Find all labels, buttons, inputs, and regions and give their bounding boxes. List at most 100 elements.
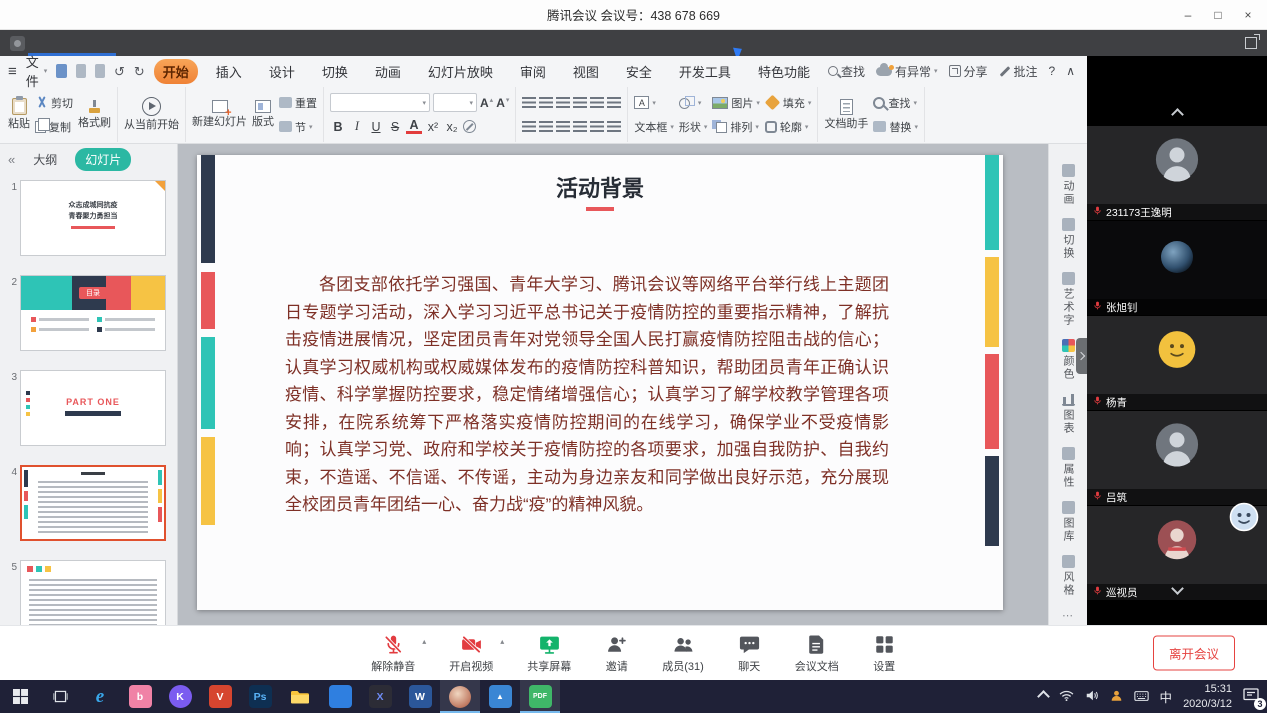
format-painter-button[interactable]: 格式刷	[78, 99, 111, 129]
unmute-button[interactable]: 解除静音 ▴	[371, 633, 415, 674]
wifi-icon[interactable]	[1059, 690, 1074, 704]
slide-thumbnail-5[interactable]	[20, 560, 166, 625]
start-button[interactable]	[0, 680, 40, 713]
chevron-up-icon[interactable]: ▴	[422, 637, 426, 646]
members-button[interactable]: 成员(31)	[662, 633, 704, 674]
tool-animation[interactable]: 动画	[1060, 164, 1076, 206]
settings-button[interactable]: 设置	[873, 633, 896, 674]
indent-decrease-icon[interactable]	[556, 97, 570, 108]
fullscreen-icon[interactable]	[1245, 37, 1257, 49]
invite-button[interactable]: 邀请	[605, 633, 628, 674]
participant-panel-toggle[interactable]	[1076, 338, 1087, 374]
undo-icon[interactable]: ↺	[114, 65, 125, 78]
outline-button[interactable]: 轮廓▾	[765, 117, 812, 136]
print-icon[interactable]	[76, 64, 86, 78]
tab-view[interactable]: 视图	[564, 59, 608, 84]
paste-button[interactable]: 粘贴	[8, 98, 30, 130]
leave-meeting-button[interactable]: 离开会议	[1153, 636, 1235, 671]
minimize-button[interactable]: –	[1173, 0, 1203, 30]
textbox-button[interactable]: 文本框▾	[634, 117, 674, 136]
slide-thumbnail-1[interactable]: 众志成城同抗疫 青春聚力勇担当	[20, 180, 166, 256]
tool-style[interactable]: 风格	[1060, 555, 1076, 597]
taskbar-app-wps-pdf[interactable]: PDF	[520, 680, 560, 713]
columns-icon[interactable]	[607, 97, 621, 108]
task-view-button[interactable]	[40, 680, 80, 713]
taskbar-app-4[interactable]	[320, 680, 360, 713]
shape-icon-button[interactable]: ▾	[679, 93, 708, 112]
find-menu-button[interactable]: 查找	[828, 63, 865, 80]
tool-gallery[interactable]: 图库	[1060, 501, 1076, 543]
start-video-button[interactable]: 开启视频 ▴	[449, 633, 493, 674]
participant-tile[interactable]: 231173王逸明	[1087, 126, 1267, 221]
action-center-button[interactable]: 3	[1243, 688, 1259, 705]
slide-body-text[interactable]: 各团支部依托学习强国、青年大学习、腾讯会议等网络平台举行线上主题团日专题学习活动…	[285, 271, 889, 519]
clear-format-icon[interactable]	[463, 120, 476, 133]
tool-properties[interactable]: 属性	[1060, 447, 1076, 489]
taskbar-app-photoshop[interactable]: Ps	[240, 680, 280, 713]
save-icon[interactable]	[56, 64, 66, 78]
strikethrough-button[interactable]: S	[387, 120, 403, 134]
tab-home[interactable]: 开始	[154, 59, 198, 84]
user-tray-icon[interactable]	[1110, 689, 1123, 705]
taskbar-app-meeting[interactable]	[440, 680, 480, 713]
decrease-font-button[interactable]: A▾	[496, 96, 509, 110]
scroll-down-button[interactable]	[1087, 584, 1267, 593]
taskbar-app-edge[interactable]: e	[80, 680, 120, 713]
justify-icon[interactable]	[573, 121, 587, 132]
arrange-button[interactable]: 排列▾	[712, 117, 760, 136]
tool-color[interactable]: 颜色	[1060, 339, 1076, 381]
cut-button[interactable]: 剪切	[35, 93, 73, 112]
maximize-button[interactable]: □	[1203, 0, 1233, 30]
help-button[interactable]: ?	[1049, 64, 1056, 78]
tab-design[interactable]: 设计	[260, 59, 304, 84]
bold-button[interactable]: B	[330, 120, 346, 134]
textbox-icon-button[interactable]: A▾	[634, 93, 674, 112]
tab-animation[interactable]: 动画	[366, 59, 410, 84]
line-spacing-icon[interactable]	[590, 97, 604, 108]
play-from-current-button[interactable]: 从当前开始	[124, 97, 179, 131]
find-button[interactable]: 查找▾	[873, 93, 918, 112]
font-name-select[interactable]: ▾	[330, 93, 430, 112]
picture-button[interactable]: 图片▾	[712, 93, 760, 112]
tab-slides[interactable]: 幻灯片	[75, 148, 131, 171]
tab-review[interactable]: 审阅	[511, 59, 555, 84]
share-menu-button[interactable]: 分享	[949, 63, 988, 80]
taskbar-file-explorer[interactable]	[280, 680, 320, 713]
copy-button[interactable]: 复制	[35, 117, 73, 136]
indent-increase-icon[interactable]	[573, 97, 587, 108]
slide-canvas[interactable]: 活动背景 各团支部依托学习强国、青年大学习、腾讯会议等网络平台举行线上主题团日专…	[178, 144, 1048, 625]
tab-transition[interactable]: 切换	[313, 59, 357, 84]
redo-icon[interactable]: ↻	[134, 65, 145, 78]
participant-tile[interactable]: 张旭钊	[1087, 221, 1267, 316]
keyboard-icon[interactable]	[1134, 690, 1149, 704]
shape-button[interactable]: 形状▾	[679, 117, 708, 136]
sidebar-collapse-button[interactable]: «	[8, 152, 15, 167]
reaction-emoji[interactable]	[1229, 502, 1259, 537]
taskbar-app-3[interactable]: V	[200, 680, 240, 713]
close-button[interactable]: ×	[1233, 0, 1263, 30]
fill-button[interactable]: 填充▾	[765, 93, 812, 112]
hidden-icons-chevron[interactable]	[1037, 690, 1050, 703]
bullet-list-icon[interactable]	[522, 97, 536, 108]
subscript-button[interactable]: x₂	[444, 120, 460, 134]
taskbar-app-word[interactable]: W	[400, 680, 440, 713]
print-preview-icon[interactable]	[95, 64, 105, 78]
taskbar-app-1[interactable]: b	[120, 680, 160, 713]
italic-button[interactable]: I	[349, 119, 365, 134]
slide-thumbnail-4-selected[interactable]	[20, 465, 166, 541]
distribute-icon[interactable]	[590, 121, 604, 132]
taskbar-app-2[interactable]: K	[160, 680, 200, 713]
file-menu[interactable]: 文件▾	[26, 52, 48, 90]
superscript-button[interactable]: x²	[425, 120, 441, 134]
align-right-icon[interactable]	[556, 121, 570, 132]
tab-features[interactable]: 特色功能	[749, 59, 819, 84]
text-direction-icon[interactable]	[607, 121, 621, 132]
taskbar-clock[interactable]: 15:31 2020/3/12	[1183, 682, 1232, 711]
tab-security[interactable]: 安全	[617, 59, 661, 84]
participant-tile[interactable]: 杨青	[1087, 316, 1267, 411]
volume-icon[interactable]	[1085, 689, 1099, 705]
cloud-sync-status[interactable]: 有异常▾	[876, 63, 938, 80]
scroll-up-button[interactable]	[1087, 110, 1267, 119]
hamburger-icon[interactable]: ≡	[8, 63, 17, 80]
align-center-icon[interactable]	[539, 121, 553, 132]
